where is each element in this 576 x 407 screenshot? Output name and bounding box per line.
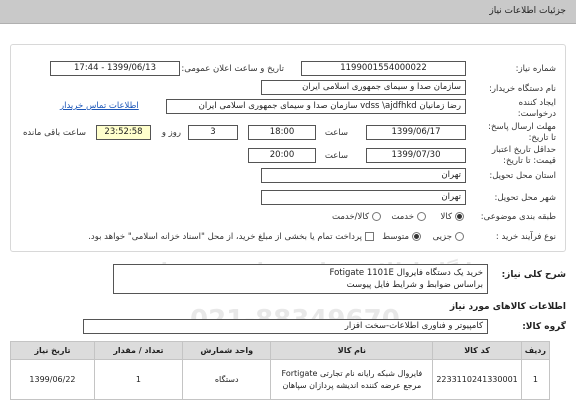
col-need-date: تاریخ نیاز [10,341,95,360]
goods-section-title: اطلاعات کالاهای مورد نیاز [449,302,566,312]
announce-field: 1399/06/13 - 17:44 [50,61,180,76]
city-label: شهر محل تحویل: [494,193,556,203]
price-validity-label: حداقل تاریخ اعتبار قیمت: تا تاریخ: [491,145,556,166]
reply-date-field: 1399/06/17 [366,125,466,140]
description-label: شرح کلی نیاز: [501,270,566,280]
process-label: نوع فرآیند خرید : [495,232,556,242]
validity-date-field: 1399/07/30 [366,148,466,163]
col-row-number: ردیف [520,341,551,360]
treasury-payment-note: پرداخت تمام یا بخشی از مبلغ خرید، از محل… [88,232,362,242]
cell-item-name: فایروال شبکه رایانه نام تجارتی Fortigate… [270,359,434,400]
category-option-goods: کالا [440,212,452,222]
cell-quantity: 1 [93,359,183,400]
remaining-label: ساعت باقی مانده [22,128,86,138]
creator-field: رضا زمانیان vdss \ajdfhkd سازمان صدا و س… [166,99,466,114]
col-item-name: نام کالا [270,341,434,360]
cell-item-code: 2233110241330001 [432,359,522,400]
col-unit: واحد شمارش [181,341,272,360]
reply-deadline-label: مهلت ارسال پاسخ: تا تاریخ: [488,122,556,143]
page-title: جزئیات اطلاعات نیاز [489,6,566,16]
goods-group-field: کامپیوتر و فناوری اطلاعات-سخت افزار [83,319,488,334]
announce-label: تاریخ و ساعت اعلان عمومی: [181,64,284,74]
category-label: طبقه بندی موضوعی: [480,212,556,222]
cell-need-date: 1399/06/22 [10,359,95,400]
validity-time-label: ساعت [324,151,348,161]
treasury-payment-checkbox[interactable] [365,232,374,241]
process-radio-minor[interactable] [455,232,464,241]
validity-time-field: 20:00 [248,148,316,163]
buyer-contact-link[interactable]: اطلاعات تماس خریدار [60,101,139,111]
countdown-field: 23:52:58 [96,125,151,140]
process-radio-medium[interactable] [412,232,421,241]
description-line-1: خرید یک دستگاه فایروال Fotigate 1101E [329,268,483,278]
col-item-code: کد کالا [432,341,522,360]
table-row[interactable]: 1 2233110241330001 فایروال شبکه رایانه ن… [10,359,551,400]
days-label: روز و [161,128,181,138]
description-line-2: براساس ضوابط و شرایط فایل پیوست [346,280,483,290]
process-option-medium: متوسط [382,232,409,242]
buyer-label: نام دستگاه خریدار: [489,84,556,94]
goods-table: ردیف کد کالا نام کالا واحد شمارش تعداد /… [10,341,551,400]
category-option-goods-service: کالا/خدمت [332,212,369,222]
table-header-row: ردیف کد کالا نام کالا واحد شمارش تعداد /… [10,341,551,360]
page-header: جزئیات اطلاعات نیاز [0,0,576,24]
need-number-field: 1199001554000022 [301,61,466,76]
category-radio-goods-service[interactable] [372,212,381,221]
province-field: تهران [261,168,466,183]
province-label: استان محل تحویل: [489,171,556,181]
reply-time-label: ساعت [324,128,348,138]
category-radio-service[interactable] [417,212,426,221]
cell-row-number: 1 [520,359,551,400]
goods-group-label: گروه کالا: [522,322,566,332]
cell-unit: دستگاه [181,359,272,400]
process-option-minor: جزیی [432,232,452,242]
category-radio-goods[interactable] [455,212,464,221]
days-field: 3 [188,125,238,140]
city-field: تهران [261,190,466,205]
category-option-service: خدمت [391,212,414,222]
creator-label: ایجاد کننده درخواست: [517,98,556,119]
reply-time-field: 18:00 [248,125,316,140]
col-quantity: تعداد / مقدار [93,341,183,360]
description-box: خرید یک دستگاه فایروال Fotigate 1101E بر… [113,264,488,294]
need-number-label: شماره نیاز: [515,64,556,74]
buyer-field: سازمان صدا و سیمای جمهوری اسلامی ایران [261,80,466,95]
